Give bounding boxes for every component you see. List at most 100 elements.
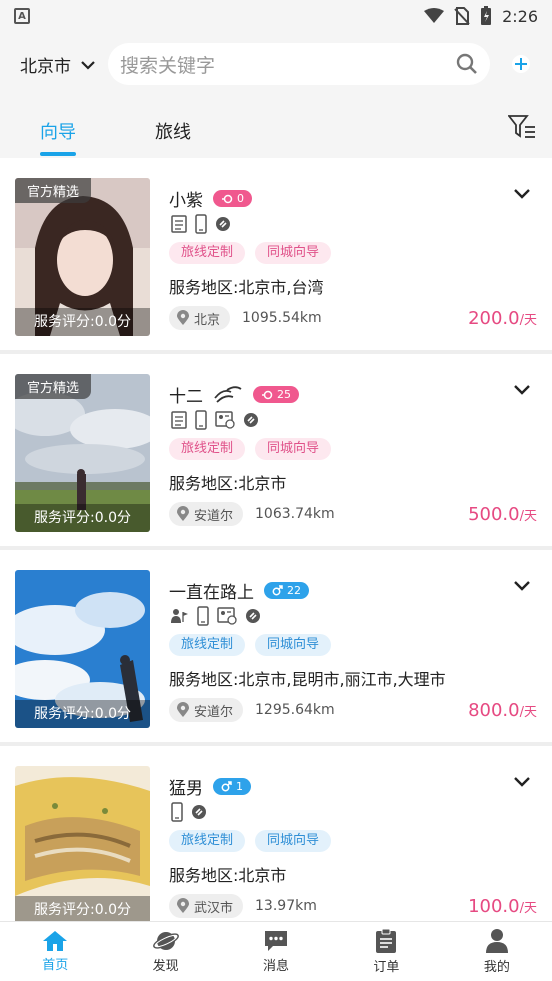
tag: 旅线定制 <box>169 830 246 852</box>
nav-home[interactable]: 首页 <box>0 922 110 981</box>
filter-icon[interactable] <box>508 114 536 140</box>
bottom-nav: 首页 发现 消息 订单 我的 <box>0 921 552 981</box>
female-icon <box>262 390 273 399</box>
guide-photo[interactable]: 服务评分:0.0分 <box>15 766 150 924</box>
guide-name: 小紫 <box>169 191 203 211</box>
tag: 旅线定制 <box>169 634 246 656</box>
guide-photo[interactable]: 官方精选 服务评分:0.0分 <box>15 178 150 336</box>
official-badge: 官方精选 <box>15 374 92 399</box>
search-input[interactable]: 搜索关键字 <box>120 51 456 78</box>
location-pin-icon <box>177 310 189 325</box>
chevron-down-icon[interactable] <box>513 188 531 200</box>
location-row: 武汉市 13.97km <box>169 894 317 918</box>
price-value: 800.0 <box>468 700 520 721</box>
tag: 同城向导 <box>255 634 332 656</box>
distance: 1295.64km <box>255 702 335 718</box>
tag-list: 旅线定制 同城向导 <box>169 438 332 460</box>
chevron-down-icon[interactable] <box>513 776 531 788</box>
guide-list: 官方精选 服务评分:0.0分 小紫 0 旅线定制 同城向导 服务地区:北京市,台 <box>0 158 552 942</box>
official-badge: 官方精选 <box>15 178 92 203</box>
phone-icon <box>195 214 207 234</box>
tag: 旅线定制 <box>169 438 246 460</box>
tag: 同城向导 <box>255 242 332 264</box>
service-score: 服务评分:0.0分 <box>15 896 150 924</box>
location-pill: 安道尔 <box>169 698 244 722</box>
header: 北京市 搜索关键字 向导 旅线 <box>0 32 552 158</box>
gender-badge: 25 <box>253 386 299 403</box>
id-card-icon <box>217 607 237 625</box>
guide-card[interactable]: 服务评分:0.0分 猛男 1 旅线定制 同城向导 服务地区:北京市 武汉市 13… <box>0 746 552 938</box>
link-icon <box>244 413 258 427</box>
clock: 2:26 <box>502 6 538 26</box>
tag-list: 旅线定制 同城向导 <box>169 242 332 264</box>
status-bar: A 2:26 <box>0 0 552 32</box>
gender-badge: 1 <box>213 778 251 795</box>
distance: 1095.54km <box>242 310 322 326</box>
female-icon <box>222 194 233 203</box>
location-pin-icon <box>177 702 189 717</box>
location-name: 安道尔 <box>194 508 234 524</box>
service-area: 服务地区:北京市 <box>169 474 287 493</box>
guide-photo[interactable]: 服务评分:0.0分 <box>15 570 150 728</box>
no-sim-icon <box>454 7 470 25</box>
price-value: 200.0 <box>468 308 520 329</box>
location-row: 安道尔 1063.74km <box>169 502 335 526</box>
chevron-down-icon <box>81 60 95 70</box>
tab-indicator <box>40 152 76 156</box>
location-row: 安道尔 1295.64km <box>169 698 335 722</box>
location-name: 武汉市 <box>194 900 234 916</box>
tag-list: 旅线定制 同城向导 <box>169 634 332 656</box>
city-label: 北京市 <box>20 57 71 77</box>
wings-icon <box>214 385 242 403</box>
id-card-icon <box>215 411 235 429</box>
male-icon <box>272 585 283 596</box>
nav-label: 发现 <box>152 959 179 974</box>
tag: 同城向导 <box>255 830 332 852</box>
service-score: 服务评分:0.0分 <box>15 308 150 336</box>
person-icon <box>485 929 508 953</box>
link-icon <box>192 805 206 819</box>
city-selector[interactable]: 北京市 <box>20 52 95 77</box>
chevron-down-icon[interactable] <box>513 580 531 592</box>
link-icon <box>216 217 230 231</box>
price: 800.0/天 <box>468 700 537 721</box>
nav-label: 订单 <box>373 960 400 975</box>
link-icon <box>246 609 260 623</box>
price-unit: /天 <box>519 705 537 720</box>
gender-count: 0 <box>237 192 244 205</box>
gender-count: 22 <box>287 584 301 597</box>
gender-badge: 0 <box>213 190 252 207</box>
guide-photo[interactable]: 官方精选 服务评分:0.0分 <box>15 374 150 532</box>
search-icon[interactable] <box>456 53 478 75</box>
verification-icons <box>171 606 261 626</box>
gender-count: 1 <box>236 780 243 793</box>
location-pill: 武汉市 <box>169 894 244 918</box>
nav-label: 消息 <box>263 959 290 974</box>
distance: 13.97km <box>255 898 317 914</box>
guide-card[interactable]: 官方精选 服务评分:0.0分 十二 25 旅线定制 同城向导 服务地区:北京市 … <box>0 354 552 546</box>
tag: 旅线定制 <box>169 242 246 264</box>
service-score: 服务评分:0.0分 <box>15 504 150 532</box>
price: 200.0/天 <box>468 308 537 329</box>
tab-guides[interactable]: 向导 <box>40 118 76 144</box>
nav-messages[interactable]: 消息 <box>221 922 331 981</box>
guide-card[interactable]: 官方精选 服务评分:0.0分 小紫 0 旅线定制 同城向导 服务地区:北京市,台 <box>0 158 552 350</box>
distance: 1063.74km <box>255 506 335 522</box>
gender-count: 25 <box>277 388 291 401</box>
tag-list: 旅线定制 同城向导 <box>169 830 332 852</box>
app-root: A 2:26 北京市 搜索关键字 向导 旅线 官方精选 服务评分:0.0分 小紫… <box>0 0 552 981</box>
male-icon <box>221 781 232 792</box>
phone-icon <box>195 410 207 430</box>
nav-orders[interactable]: 订单 <box>331 922 441 981</box>
nav-discover[interactable]: 发现 <box>110 922 220 981</box>
chevron-down-icon[interactable] <box>513 384 531 396</box>
tag: 同城向导 <box>255 438 332 460</box>
search-bar[interactable]: 搜索关键字 <box>108 43 490 85</box>
nav-profile[interactable]: 我的 <box>442 922 552 981</box>
battery-icon <box>481 6 492 25</box>
guide-card[interactable]: 服务评分:0.0分 一直在路上 22 旅线定制 同城向导 服务地区:北京市,昆明… <box>0 550 552 742</box>
location-pin-icon <box>177 506 189 521</box>
tab-routes[interactable]: 旅线 <box>155 118 191 144</box>
price: 100.0/天 <box>468 896 537 917</box>
add-icon[interactable] <box>511 54 531 74</box>
